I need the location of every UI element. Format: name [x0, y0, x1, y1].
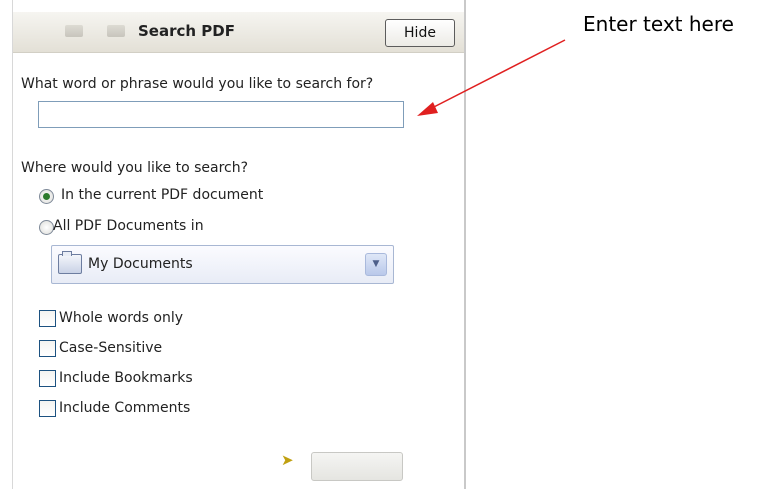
- annotation-arrow: [417, 39, 566, 116]
